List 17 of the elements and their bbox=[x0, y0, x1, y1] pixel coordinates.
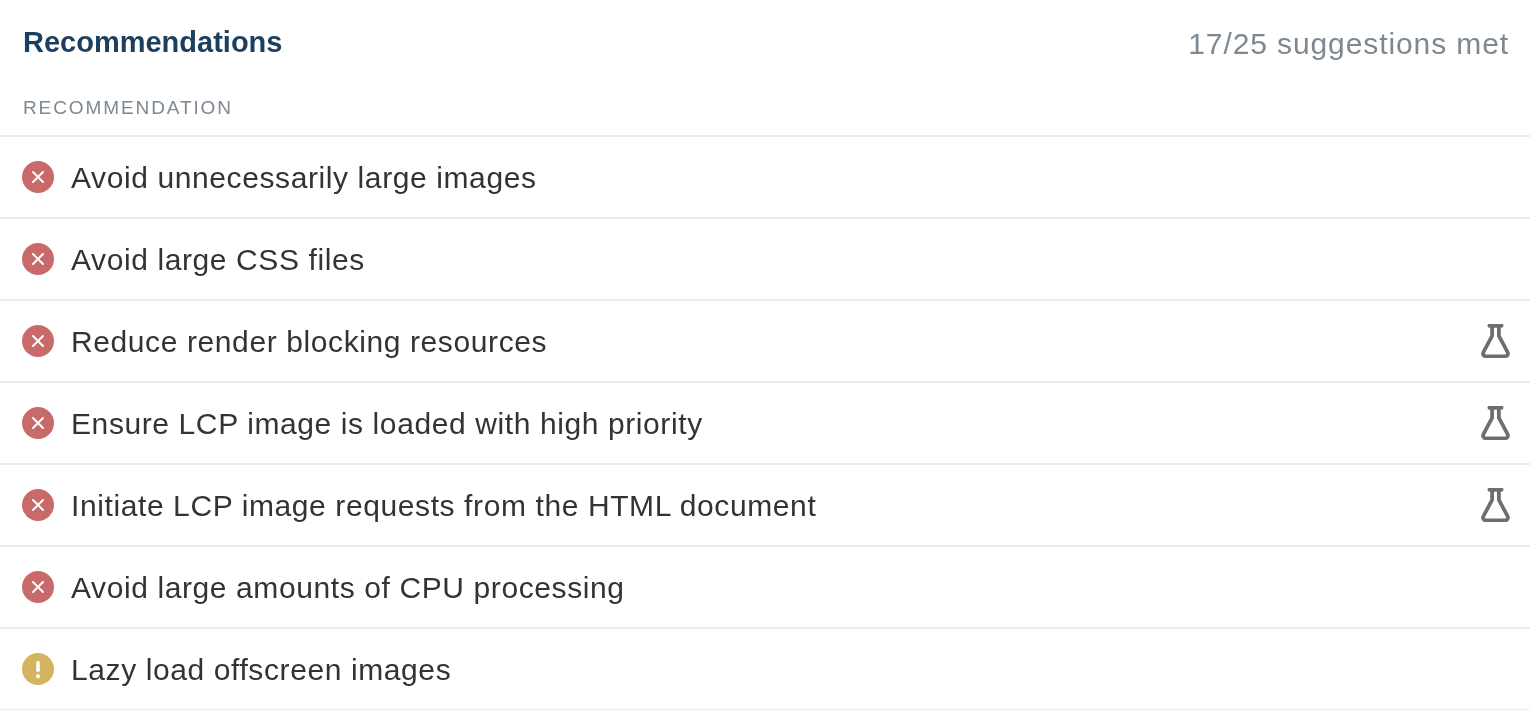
error-circle-icon bbox=[22, 161, 54, 193]
panel-title: Recommendations bbox=[23, 25, 283, 61]
warning-circle-icon bbox=[22, 653, 54, 685]
error-circle-icon bbox=[22, 243, 54, 275]
error-circle-icon bbox=[22, 571, 54, 603]
suggestions-count: 17/25 suggestions met bbox=[1188, 25, 1509, 62]
error-circle-icon bbox=[22, 325, 54, 357]
recommendation-label: Avoid large amounts of CPU processing bbox=[71, 569, 625, 606]
recommendation-label: Reduce render blocking resources bbox=[71, 323, 548, 360]
recommendation-label: Ensure LCP image is loaded with high priority bbox=[71, 405, 703, 442]
column-header: RECOMMENDATION bbox=[23, 95, 233, 120]
error-circle-icon bbox=[22, 407, 54, 439]
recommendation-label: Initiate LCP image requests from the HTML document bbox=[71, 487, 817, 524]
recommendation-label: Lazy load offscreen images bbox=[71, 651, 452, 688]
error-circle-icon bbox=[22, 489, 54, 521]
recommendation-label: Avoid large CSS files bbox=[71, 241, 365, 278]
recommendation-label: Avoid unnecessarily large images bbox=[71, 159, 537, 196]
